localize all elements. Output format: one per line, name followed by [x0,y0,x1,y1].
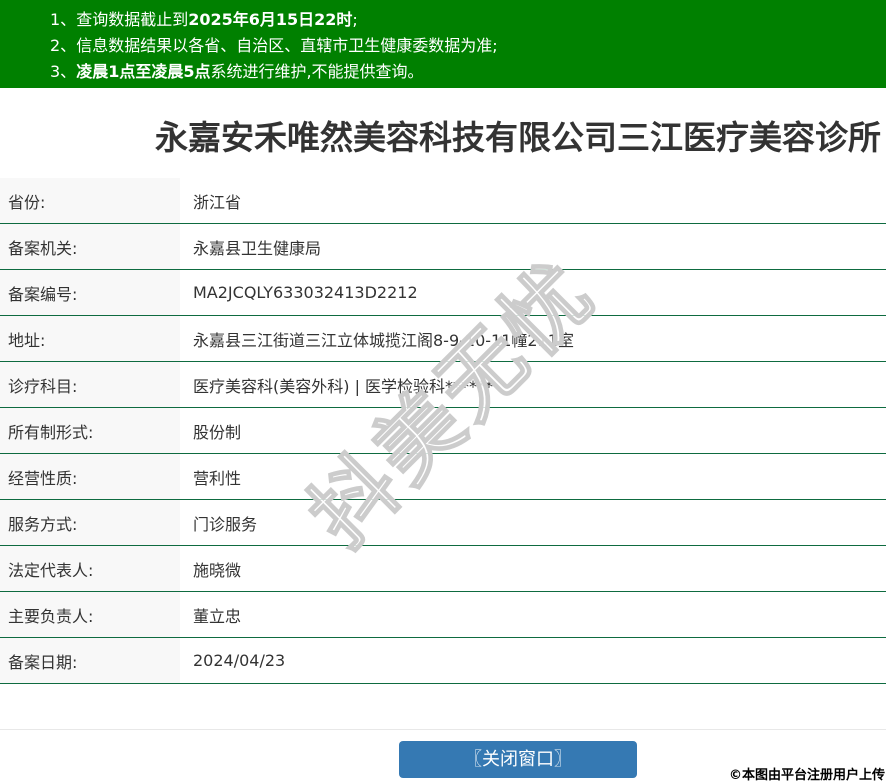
table-row: 省份: 浙江省 [0,178,886,224]
table-row: 备案机关: 永嘉县卫生健康局 [0,224,886,270]
notice-line-3-bold: 凌晨1点至凌晨5点 [76,62,211,81]
row-label: 省份: [0,178,180,223]
table-row: 法定代表人: 施晓微 [0,546,886,592]
row-label: 法定代表人: [0,546,180,591]
row-label: 备案编号: [0,270,180,315]
notice-line-1-bold: 2025年6月15日22时 [188,10,353,29]
row-value: 医疗美容科(美容外科) | 医学检验科****** [193,376,494,396]
row-value: 股份制 [193,422,242,442]
table-row: 诊疗科目: 医疗美容科(美容外科) | 医学检验科****** [0,362,886,408]
main-content: 永嘉安禾唯然美容科技有限公司三江医疗美容诊所 省份: 浙江省 备案机关: 永嘉县… [0,118,886,778]
table-row: 服务方式: 门诊服务 [0,500,886,546]
row-label: 诊疗科目: [0,362,180,407]
notice-line-3: 3、凌晨1点至凌晨5点系统进行维护,不能提供查询。 [50,59,886,85]
row-label: 所有制形式: [0,408,180,453]
row-label: 备案机关: [0,224,180,269]
corner-watermark: ©本图由平台注册用户上传 [728,768,885,783]
row-value: MA2JCQLY633032413D2212 [193,283,418,302]
row-label: 主要负责人: [0,592,180,637]
row-value: 施晓微 [193,560,242,580]
notice-line-2-pre: 信息数据结果以各省、自治区、直辖市卫生健康委数据为准; [76,36,498,55]
close-window-button[interactable]: 〖关闭窗口〗 [399,741,637,778]
table-row: 所有制形式: 股份制 [0,408,886,454]
table-row: 经营性质: 营利性 [0,454,886,500]
notice-banner: 1、查询数据截止到2025年6月15日22时; 2、信息数据结果以各省、自治区、… [0,0,886,88]
row-value: 董立忠 [193,606,242,626]
row-value: 2024/04/23 [193,651,286,670]
row-label: 服务方式: [0,500,180,545]
row-label: 经营性质: [0,454,180,499]
notice-line-1-post: ; [352,10,358,29]
row-value: 浙江省 [193,192,242,212]
row-value: 永嘉县卫生健康局 [193,238,322,258]
notice-line-3-num: 3、 [50,62,77,81]
table-row: 主要负责人: 董立忠 [0,592,886,638]
section-divider [0,729,886,730]
page-title: 永嘉安禾唯然美容科技有限公司三江医疗美容诊所 [155,118,881,157]
table-row: 备案日期: 2024/04/23 [0,638,886,684]
notice-line-2-num: 2、 [50,36,77,55]
notice-line-1-pre: 查询数据截止到 [76,10,189,29]
table-row: 地址: 永嘉县三江街道三江立体城揽江阁8-9-10-11幢211室 [0,316,886,362]
notice-line-1: 1、查询数据截止到2025年6月15日22时; [50,7,886,33]
row-label: 地址: [0,316,180,361]
notice-line-1-num: 1、 [50,10,77,29]
info-table: 省份: 浙江省 备案机关: 永嘉县卫生健康局 备案编号: MA2JCQLY633… [0,178,886,684]
row-value: 门诊服务 [193,514,258,534]
row-value: 永嘉县三江街道三江立体城揽江阁8-9-10-11幢211室 [193,330,574,350]
notice-line-2: 2、信息数据结果以各省、自治区、直辖市卫生健康委数据为准; [50,33,886,59]
table-row: 备案编号: MA2JCQLY633032413D2212 [0,270,886,316]
row-label: 备案日期: [0,638,180,683]
notice-line-3-post: 系统进行维护,不能提供查询。 [210,62,424,81]
row-value: 营利性 [193,468,242,488]
